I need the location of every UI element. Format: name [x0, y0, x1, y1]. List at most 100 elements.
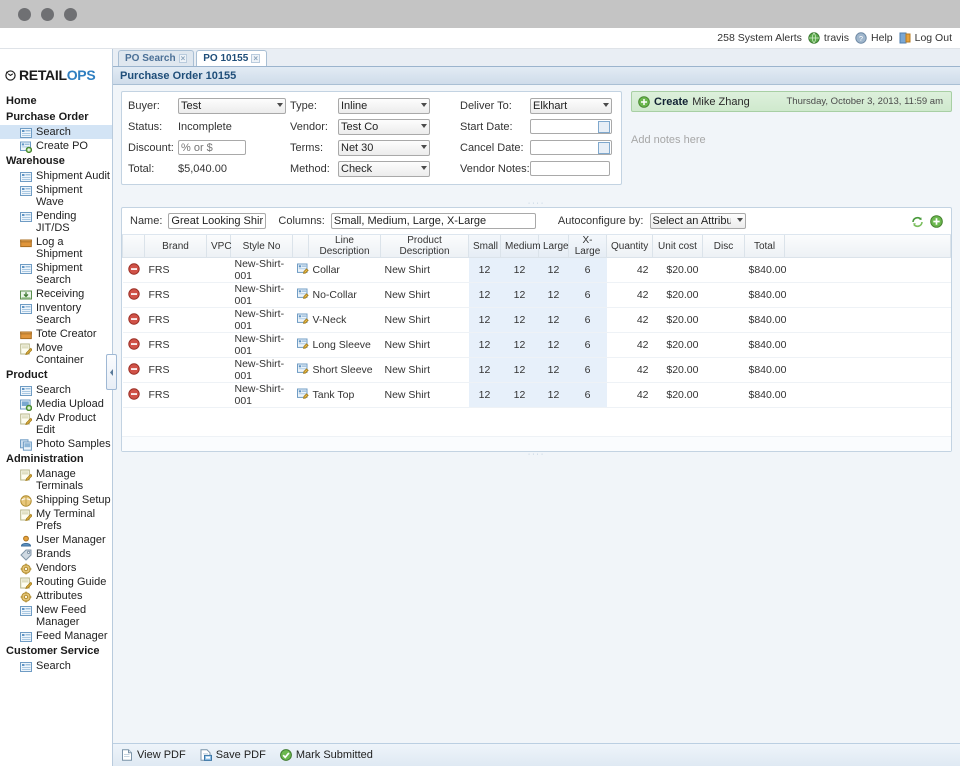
cell-style-no[interactable]: New-Shirt-001 — [231, 283, 293, 308]
cell-disc[interactable] — [703, 333, 745, 358]
style-form-button[interactable] — [293, 383, 309, 408]
user-menu[interactable]: travis — [808, 32, 849, 44]
window-minimize-button[interactable] — [41, 8, 54, 21]
cell-product-description[interactable]: New Shirt — [381, 283, 469, 308]
sidebar-group-home[interactable]: Home — [0, 93, 112, 109]
sidebar-item-shipping-setup[interactable]: Shipping Setup — [0, 493, 112, 507]
cell-product-description[interactable]: New Shirt — [381, 308, 469, 333]
field-select[interactable]: Elkhart — [530, 98, 612, 114]
cell-vpc[interactable] — [207, 308, 231, 333]
cell-vpc[interactable] — [207, 283, 231, 308]
sidebar-item-search[interactable]: Search — [0, 383, 112, 397]
column-header[interactable]: Large — [539, 235, 569, 258]
cell-medium[interactable]: 12 — [501, 283, 539, 308]
column-header[interactable]: VPC — [207, 235, 231, 258]
cell-medium[interactable]: 12 — [501, 333, 539, 358]
cell-disc[interactable] — [703, 308, 745, 333]
cell-line-description[interactable]: Short Sleeve — [309, 358, 381, 383]
column-header[interactable]: Line Description — [309, 235, 381, 258]
system-alerts-link[interactable]: 258 System Alerts — [717, 32, 802, 44]
table-row[interactable]: FRSNew-Shirt-001V-NeckNew Shirt121212642… — [123, 308, 951, 333]
columns-input[interactable] — [331, 213, 536, 229]
action-mark-submitted[interactable]: Mark Submitted — [280, 749, 373, 761]
cell-brand[interactable]: FRS — [145, 383, 207, 408]
cell-vpc[interactable] — [207, 358, 231, 383]
field-select[interactable]: Inline — [338, 98, 430, 114]
cell-unit-cost[interactable]: $20.00 — [653, 333, 703, 358]
sidebar-item-inventory-search[interactable]: Inventory Search — [0, 301, 112, 327]
cell-xlarge[interactable]: 6 — [569, 358, 607, 383]
cell-unit-cost[interactable]: $20.00 — [653, 358, 703, 383]
table-row[interactable]: FRSNew-Shirt-001Long SleeveNew Shirt1212… — [123, 333, 951, 358]
sidebar-item-user-manager[interactable]: User Manager — [0, 533, 112, 547]
calendar-icon[interactable] — [598, 142, 610, 154]
cell-line-description[interactable]: Tank Top — [309, 383, 381, 408]
brand-logo[interactable]: RETAILOPS — [0, 67, 112, 93]
style-form-button[interactable] — [293, 308, 309, 333]
row-delete-button[interactable] — [123, 283, 145, 308]
column-header[interactable]: Small — [469, 235, 501, 258]
cell-vpc[interactable] — [207, 258, 231, 283]
panel-resize-grip-top[interactable]: ···· — [528, 201, 545, 207]
cell-quantity[interactable]: 42 — [607, 308, 653, 333]
field-select[interactable]: Net 30 — [338, 140, 430, 156]
column-header[interactable]: Total — [745, 235, 785, 258]
sidebar-item-feed-manager[interactable]: Feed Manager — [0, 629, 112, 643]
style-form-button[interactable] — [293, 333, 309, 358]
cell-large[interactable]: 12 — [539, 383, 569, 408]
refresh-icon[interactable] — [911, 215, 924, 228]
cell-brand[interactable]: FRS — [145, 283, 207, 308]
sidebar-item-search[interactable]: Search — [0, 125, 112, 139]
sidebar-group-purchase-order[interactable]: Purchase Order — [0, 109, 112, 125]
column-header[interactable] — [123, 235, 145, 258]
cell-medium[interactable]: 12 — [501, 383, 539, 408]
sidebar-collapse-handle[interactable] — [106, 354, 117, 390]
cell-xlarge[interactable]: 6 — [569, 383, 607, 408]
style-form-button[interactable] — [293, 358, 309, 383]
cell-line-description[interactable]: Long Sleeve — [309, 333, 381, 358]
cell-vpc[interactable] — [207, 333, 231, 358]
cell-brand[interactable]: FRS — [145, 258, 207, 283]
sidebar-item-move-container[interactable]: Move Container — [0, 341, 112, 367]
panel-resize-grip-bottom[interactable]: ···· — [528, 452, 545, 458]
cell-product-description[interactable]: New Shirt — [381, 333, 469, 358]
column-header[interactable]: Style No — [231, 235, 293, 258]
column-header[interactable] — [293, 235, 309, 258]
cell-small[interactable]: 12 — [469, 383, 501, 408]
column-header[interactable]: Brand — [145, 235, 207, 258]
field-select[interactable]: Test Co — [338, 119, 430, 135]
sidebar-item-vendors[interactable]: Vendors — [0, 561, 112, 575]
cell-large[interactable]: 12 — [539, 308, 569, 333]
row-delete-button[interactable] — [123, 258, 145, 283]
field-input[interactable] — [530, 161, 610, 176]
cell-quantity[interactable]: 42 — [607, 358, 653, 383]
cell-disc[interactable] — [703, 283, 745, 308]
column-header[interactable]: Disc — [703, 235, 745, 258]
cell-quantity[interactable]: 42 — [607, 258, 653, 283]
sidebar-item-adv-product-edit[interactable]: Adv Product Edit — [0, 411, 112, 437]
table-row[interactable]: FRSNew-Shirt-001Short SleeveNew Shirt121… — [123, 358, 951, 383]
sidebar-item-my-terminal-prefs[interactable]: My Terminal Prefs — [0, 507, 112, 533]
sidebar-item-new-feed-manager[interactable]: New Feed Manager — [0, 603, 112, 629]
cell-style-no[interactable]: New-Shirt-001 — [231, 383, 293, 408]
cell-line-description[interactable]: Collar — [309, 258, 381, 283]
column-header[interactable]: Product Description — [381, 235, 469, 258]
cell-large[interactable]: 12 — [539, 283, 569, 308]
sidebar-item-brands[interactable]: Brands — [0, 547, 112, 561]
autoconfigure-select[interactable]: Select an Attribute — [650, 213, 746, 229]
sidebar-item-tote-creator[interactable]: Tote Creator — [0, 327, 112, 341]
sidebar-item-create-po[interactable]: Create PO — [0, 139, 112, 153]
sidebar-item-receiving[interactable]: Receiving — [0, 287, 112, 301]
sidebar-item-shipment-search[interactable]: Shipment Search — [0, 261, 112, 287]
cell-large[interactable]: 12 — [539, 358, 569, 383]
name-input[interactable] — [168, 213, 266, 229]
cell-vpc[interactable] — [207, 383, 231, 408]
cell-total[interactable]: $840.00 — [745, 283, 785, 308]
cell-medium[interactable]: 12 — [501, 258, 539, 283]
cell-line-description[interactable]: V-Neck — [309, 308, 381, 333]
cell-style-no[interactable]: New-Shirt-001 — [231, 358, 293, 383]
row-delete-button[interactable] — [123, 308, 145, 333]
calendar-icon[interactable] — [598, 121, 610, 133]
cell-small[interactable]: 12 — [469, 258, 501, 283]
sidebar-item-shipment-wave[interactable]: Shipment Wave — [0, 183, 112, 209]
